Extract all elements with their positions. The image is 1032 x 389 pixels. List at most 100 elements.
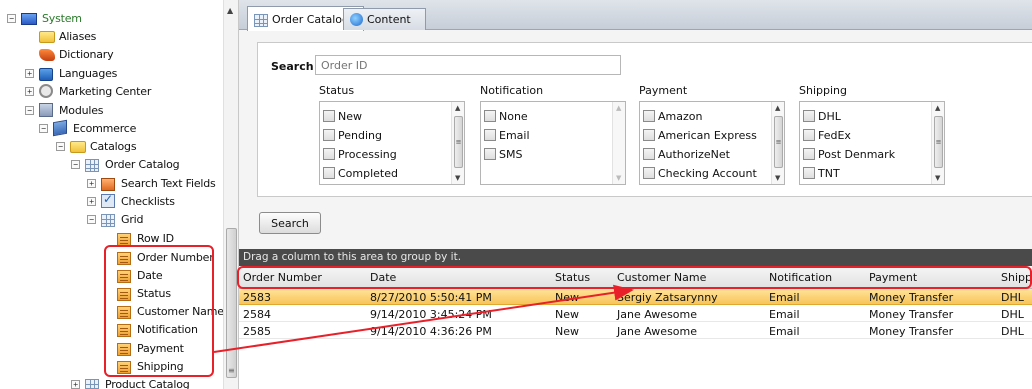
tree-item-label: Dictionary [59, 47, 114, 61]
expand-toggle[interactable]: + [87, 196, 96, 206]
table-row[interactable]: 2583 8/27/2010 5:50:41 PM New Sergiy Zat… [239, 289, 1032, 305]
scroll-up-icon[interactable]: ▲ [775, 104, 780, 112]
tree-item-marketing-center[interactable]: + Marketing Center [25, 82, 151, 100]
cell-date: 9/14/2010 3:45:24 PM [370, 308, 492, 321]
tree-item-label: Ecommerce [73, 121, 137, 135]
table-row[interactable]: 2585 9/14/2010 4:36:26 PM New Jane Aweso… [239, 323, 1032, 339]
scroll-thumb[interactable]: ≡ [934, 116, 943, 168]
checkbox[interactable] [484, 110, 496, 122]
fields-icon [101, 177, 115, 191]
scroll-down-icon[interactable]: ▼ [775, 174, 780, 182]
status-list-scrollbar[interactable]: ▲ ≡ ▼ [451, 102, 464, 184]
shipping-filter-list[interactable]: DHL FedEx Post Denmark TNT ▲ ≡ ▼ [799, 101, 945, 185]
notification-list-scrollbar[interactable]: ▲ ▼ [612, 102, 625, 184]
checkbox[interactable] [484, 129, 496, 141]
checkbox[interactable] [643, 110, 655, 122]
tree-item-search-text-fields[interactable]: + Search Text Fields [87, 174, 216, 192]
expand-toggle[interactable]: + [25, 68, 34, 78]
payment-option-authorizenet[interactable]: AuthorizeNet [643, 146, 730, 162]
tree-item-product-catalog[interactable]: + Product Catalog [71, 375, 190, 389]
payment-option-checking-account[interactable]: Checking Account [643, 165, 757, 181]
tree-item-languages[interactable]: + Languages [25, 64, 117, 82]
scroll-thumb[interactable]: ≡ [774, 116, 783, 168]
shipping-option-post-denmark[interactable]: Post Denmark [803, 146, 895, 162]
checkbox[interactable] [803, 167, 815, 179]
checkbox[interactable] [803, 148, 815, 160]
tree-item-system[interactable]: − System [7, 9, 82, 27]
option-label: SMS [499, 147, 523, 161]
shipping-option-tnt[interactable]: TNT [803, 165, 840, 181]
tree-scrollbar[interactable]: ▲ ≡ [223, 0, 238, 389]
tree-item-ecommerce[interactable]: − Ecommerce [39, 119, 136, 137]
tree-item-checklists[interactable]: + Checklists [87, 192, 175, 210]
notification-option-sms[interactable]: SMS [484, 146, 522, 162]
payment-filter-list[interactable]: Amazon American Express AuthorizeNet Che… [639, 101, 785, 185]
expand-toggle[interactable]: + [71, 379, 80, 389]
payment-option-american-express[interactable]: American Express [643, 127, 757, 143]
collapse-toggle[interactable]: − [71, 159, 80, 169]
checkbox[interactable] [323, 148, 335, 160]
status-filter-list[interactable]: New Pending Processing Completed ▲ ≡ ▼ [319, 101, 465, 185]
payment-list-scrollbar[interactable]: ▲ ≡ ▼ [771, 102, 784, 184]
collapse-toggle[interactable]: − [39, 123, 48, 133]
scroll-down-icon[interactable]: ▼ [455, 174, 460, 182]
folder-icon [70, 141, 86, 153]
collapse-toggle[interactable]: − [87, 214, 96, 224]
tree-item-label: Row ID [137, 231, 174, 245]
shipping-option-fedex[interactable]: FedEx [803, 127, 851, 143]
option-label: American Express [658, 128, 757, 142]
status-option-processing[interactable]: Processing [323, 146, 397, 162]
scroll-up-icon[interactable]: ▲ [455, 104, 460, 112]
scroll-thumb[interactable]: ≡ [454, 116, 463, 168]
checkbox[interactable] [803, 110, 815, 122]
collapse-toggle[interactable]: − [25, 105, 34, 115]
collapse-toggle[interactable]: − [7, 13, 16, 23]
status-option-new[interactable]: New [323, 108, 362, 124]
shipping-list-scrollbar[interactable]: ▲ ≡ ▼ [931, 102, 944, 184]
option-label: AuthorizeNet [658, 147, 730, 161]
search-button[interactable]: Search [259, 212, 321, 234]
tab-content[interactable]: Content [343, 8, 426, 30]
tree-item-order-catalog[interactable]: − Order Catalog [71, 155, 180, 173]
collapse-toggle[interactable]: − [56, 141, 65, 151]
scroll-up-icon[interactable]: ▲ [227, 6, 233, 15]
tree-item-label: Order Catalog [105, 157, 180, 171]
scroll-down-icon[interactable]: ▼ [935, 174, 940, 182]
order-id-input[interactable] [315, 55, 621, 75]
expand-toggle[interactable]: + [25, 86, 34, 96]
expand-toggle[interactable]: + [87, 178, 96, 188]
grid-icon [254, 13, 268, 27]
notification-filter-list[interactable]: None Email SMS ▲ ▼ [480, 101, 626, 185]
scroll-thumb[interactable] [226, 228, 237, 378]
scroll-up-icon[interactable]: ▲ [616, 104, 621, 112]
checkbox[interactable] [803, 129, 815, 141]
checkbox[interactable] [323, 129, 335, 141]
group-by-area[interactable]: Drag a column to this area to group by i… [239, 249, 1032, 266]
tree-item-modules[interactable]: − Modules [25, 101, 104, 119]
cell-status: New [555, 308, 579, 321]
tree-item-grid[interactable]: − Grid [87, 210, 143, 228]
checkbox[interactable] [323, 167, 335, 179]
status-option-pending[interactable]: Pending [323, 127, 382, 143]
tree-item-dictionary[interactable]: Dictionary [39, 45, 114, 63]
checkbox[interactable] [484, 148, 496, 160]
checkbox[interactable] [643, 129, 655, 141]
notification-option-email[interactable]: Email [484, 127, 530, 143]
checkbox[interactable] [643, 148, 655, 160]
checkbox[interactable] [323, 110, 335, 122]
cell-customer-name: Jane Awesome [617, 308, 698, 321]
tree-item-aliases[interactable]: Aliases [39, 27, 96, 45]
cell-order-number: 2585 [243, 325, 271, 338]
payment-option-amazon[interactable]: Amazon [643, 108, 702, 124]
option-label: Post Denmark [818, 147, 896, 161]
status-option-completed[interactable]: Completed [323, 165, 398, 181]
table-row[interactable]: 2584 9/14/2010 3:45:24 PM New Jane Aweso… [239, 306, 1032, 322]
scroll-down-icon[interactable]: ▼ [616, 174, 621, 182]
shipping-option-dhl[interactable]: DHL [803, 108, 841, 124]
notification-option-none[interactable]: None [484, 108, 528, 124]
scroll-up-icon[interactable]: ▲ [935, 104, 940, 112]
checkbox[interactable] [643, 167, 655, 179]
dictionary-icon [39, 49, 55, 61]
cell-payment: Money Transfer [869, 308, 954, 321]
tree-item-catalogs[interactable]: − Catalogs [56, 137, 137, 155]
